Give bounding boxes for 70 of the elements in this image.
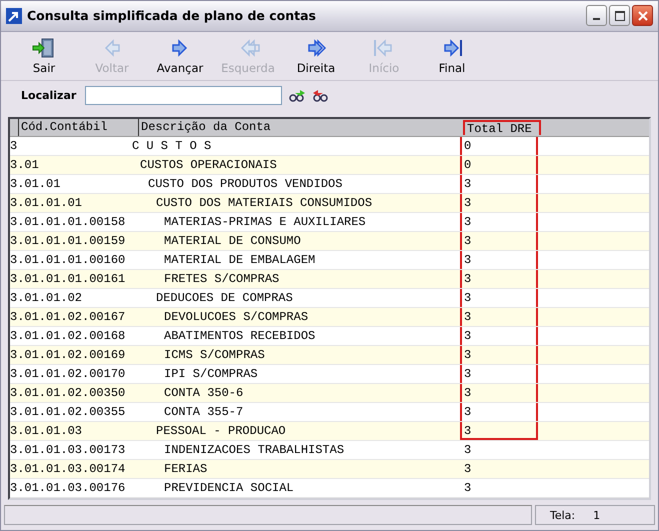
table-cell-text: DEVOLUCOES S/COMPRAS bbox=[163, 308, 310, 326]
table-cell-text: 3.01.01.01.00159 bbox=[10, 232, 126, 250]
table-cell-text: MATERIAS-PRIMAS E AUXILIARES bbox=[163, 214, 367, 231]
table-cell-text: PREVIDENCIA SOCIAL bbox=[163, 480, 295, 497]
table-cell-text: 3.01.01.02 bbox=[10, 290, 84, 307]
table-cell-text: 3.01.01.01.00160 bbox=[10, 252, 126, 269]
table-cell: 3 bbox=[460, 384, 538, 402]
column-header: Cód.Contábil bbox=[18, 118, 138, 136]
search-field[interactable] bbox=[85, 86, 282, 106]
table-cell-text: 3.01 bbox=[10, 156, 40, 174]
table-cell-text: 3.01.01.02.00350 bbox=[10, 384, 126, 402]
table-cell-text: 3.01.01.02.00169 bbox=[10, 346, 126, 364]
maximize-icon bbox=[614, 10, 624, 21]
table-cell-text: 3.01.01.03.00173 bbox=[10, 442, 126, 459]
table-cell-text: ICMS S/COMPRAS bbox=[163, 346, 266, 364]
table-cell-text: 3.01.01.03.00176 bbox=[10, 480, 126, 497]
maximize-button[interactable] bbox=[609, 5, 630, 26]
table-cell: 3 bbox=[460, 232, 538, 250]
table-cell-text: CUSTO DOS MATERIAIS CONSUMIDOS bbox=[155, 194, 374, 212]
table-cell-text: 3 bbox=[463, 460, 472, 478]
table-cell-text: FRETES S/COMPRAS bbox=[163, 270, 280, 288]
table-cell-text: 3.01.01.02.00170 bbox=[10, 366, 126, 383]
close-button[interactable] bbox=[632, 5, 653, 26]
status-label: Tela: bbox=[550, 508, 576, 522]
find-previous-icon[interactable] bbox=[312, 88, 330, 103]
table-cell-text: 3.01.01.02.00167 bbox=[10, 308, 126, 326]
toolbar-button[interactable]: Final bbox=[421, 34, 483, 77]
table-cell-text: MATERIAL DE CONSUMO bbox=[163, 232, 302, 250]
table-cell-text: CUSTO DOS PRODUTOS VENDIDOS bbox=[147, 176, 344, 193]
toolbar-button[interactable]: Avançar bbox=[149, 34, 211, 77]
minimize-icon bbox=[593, 18, 600, 20]
table-cell-text: PESSOAL - PRODUCAO bbox=[155, 422, 287, 440]
table-cell-text: 3.01.01.03.00174 bbox=[10, 460, 126, 478]
find-next-icon[interactable] bbox=[288, 88, 306, 103]
table-cell-text: CUSTOS OPERACIONAIS bbox=[139, 156, 278, 174]
minimize-button[interactable] bbox=[586, 5, 607, 26]
table-cell-text: DEDUCOES DE COMPRAS bbox=[155, 290, 294, 307]
table-cell-text: 3.01.01.01 bbox=[10, 194, 84, 212]
table-cell-text: 3.01.01.01.00158 bbox=[10, 214, 126, 231]
table-cell-text: 3.01.01 bbox=[10, 176, 62, 193]
table-cell-text: 3.01.01.02.00168 bbox=[10, 328, 126, 345]
table-cell-text: FERIAS bbox=[163, 460, 208, 478]
table-cell-text: C U S T O S bbox=[131, 138, 212, 155]
table-cell-text: IPI S/COMPRAS bbox=[163, 366, 259, 383]
table-cell-text: 3 bbox=[10, 138, 18, 155]
toolbar-button[interactable]: Sair bbox=[13, 34, 75, 77]
table-cell-text: CONTA 355-7 bbox=[163, 404, 244, 421]
table-cell-text: 3.01.01.01.00161 bbox=[10, 270, 126, 288]
table-cell-text: 3 bbox=[463, 442, 472, 459]
status-value: 1 bbox=[593, 508, 600, 522]
toolbar-button[interactable]: Direita bbox=[285, 34, 347, 77]
table-cell-text: 3.01.01.02.00355 bbox=[10, 404, 126, 421]
table-cell: 3 bbox=[460, 270, 538, 288]
app-icon bbox=[6, 8, 22, 24]
table-cell: 0 bbox=[460, 156, 538, 174]
column-header: Total DRE bbox=[463, 120, 541, 135]
table-cell: 3 bbox=[460, 194, 538, 212]
table-cell: 3 bbox=[460, 346, 538, 364]
close-icon bbox=[638, 10, 648, 21]
table-cell-text: 3 bbox=[463, 480, 472, 497]
window-title: Consulta simplificada de plano de contas bbox=[27, 8, 317, 24]
search-label: Localizar bbox=[21, 89, 78, 102]
table-cell: 3 bbox=[460, 422, 538, 440]
table-cell-text: CONTA 350-6 bbox=[163, 384, 244, 402]
table-cell-text: MATERIAL DE EMBALAGEM bbox=[163, 252, 316, 269]
table-cell-text: ABATIMENTOS RECEBIDOS bbox=[163, 328, 316, 345]
table-cell-text: 3.01.01.03 bbox=[10, 422, 84, 440]
column-header: Descrição da Conta bbox=[138, 118, 463, 136]
table-cell: 3 bbox=[460, 308, 538, 326]
table-cell-text: INDENIZACOES TRABALHISTAS bbox=[163, 442, 346, 459]
